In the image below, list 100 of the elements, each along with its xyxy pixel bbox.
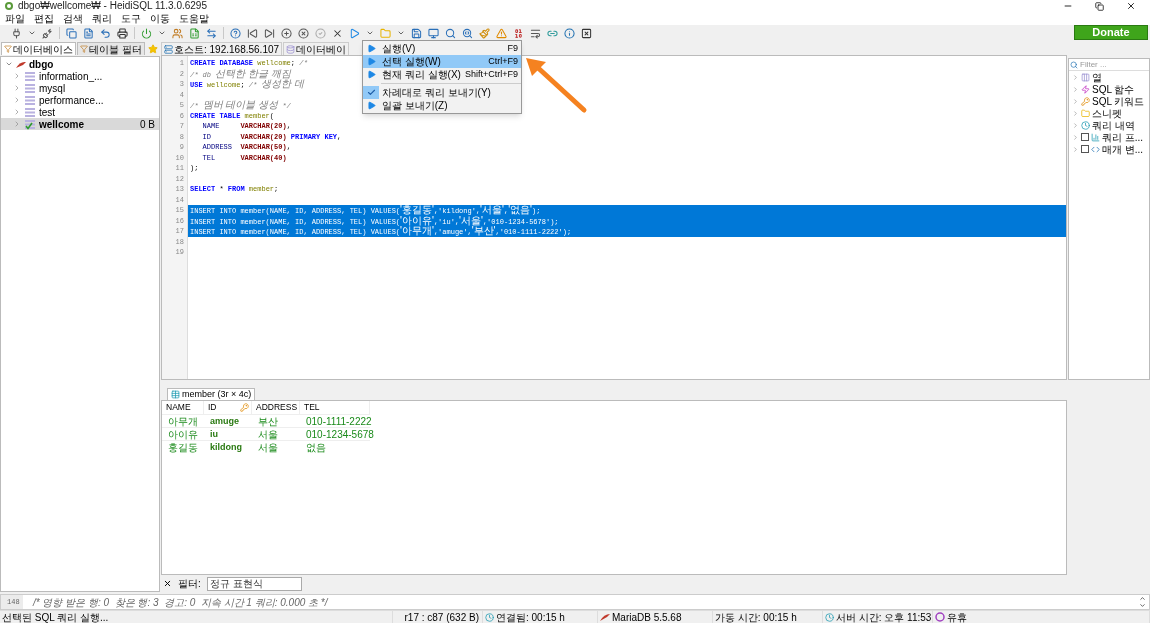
folder-icon [1081,108,1090,118]
skip-forward-icon[interactable] [264,27,275,39]
helper-item[interactable]: 쿼리 내역 [1069,119,1149,131]
bar-chart-icon [1091,132,1100,142]
table-cell-text: 아무개 [167,415,199,428]
filter-field[interactable]: 정규 표현식 [206,576,302,591]
table-cell-text: kildong [209,441,243,454]
menu-item[interactable]: 차례대로 쿼리 보내기(Y) [363,86,521,99]
printer-icon[interactable] [117,27,128,39]
tree-item[interactable]: mysql [1,82,159,94]
helper-item[interactable]: SQL 키워드 [1069,95,1149,107]
search-icon[interactable] [445,27,456,39]
skip-back-icon[interactable] [247,27,258,39]
filter-icon [80,45,88,53]
database-icon [24,82,36,94]
star-icon[interactable] [147,44,158,54]
table-cell-text: amuge [209,415,240,428]
panel-tab[interactable]: 데이터베이스 [1,42,76,55]
tree-item[interactable]: wellcome 0 B [1,118,159,130]
restore-icon[interactable] [1095,1,1104,11]
caret-icon[interactable] [28,29,36,37]
close-square-icon[interactable] [581,27,592,39]
menu-item[interactable]: 편집 [34,12,54,25]
warning-icon[interactable] [496,27,507,39]
menu-item[interactable]: 도구 [121,12,141,25]
caret-icon[interactable] [397,29,405,37]
table-cell-text: 서울 [257,441,279,454]
table-cell-text: 홍길동 [167,441,199,454]
key-icon [240,403,249,412]
menu-item[interactable]: 쿼리 [92,12,112,25]
copy-icon[interactable] [66,27,77,39]
menu-item[interactable]: 이동 [150,12,170,25]
checkbox[interactable] [1081,145,1089,153]
wrap-icon[interactable] [530,27,541,39]
menu-item[interactable]: 실행(V) F9 [363,42,521,55]
scroll-up-icon[interactable] [1139,595,1146,602]
caret-icon[interactable] [158,29,166,37]
menu-item[interactable]: 파일 [5,12,25,25]
plus-icon[interactable] [281,27,292,39]
filter-field[interactable]: Filter ... [1080,58,1140,71]
help-icon[interactable] [230,27,241,39]
clock-icon [825,612,834,622]
chevron-down-icon[interactable] [5,60,13,68]
result-tab[interactable]: member (3r × 4c) [167,388,256,400]
clock-icon [1081,120,1090,130]
menu-item[interactable]: 일괄 보내기(Z) [363,99,521,112]
query-tab[interactable]: 데이터베이 [283,42,350,55]
spreadsheet-icon[interactable] [189,27,200,39]
clear-filter-icon[interactable] [163,579,172,588]
panel-tab[interactable]: 테이블 필터 [77,42,145,55]
close-icon[interactable] [332,27,343,39]
helper-item[interactable]: 매개 변... [1069,143,1149,155]
column-header[interactable]: ID [204,401,252,414]
document-icon[interactable] [83,27,94,39]
menu-item[interactable]: 현재 쿼리 실행(X) Shift+Ctrl+F9 [363,68,521,81]
menu-item[interactable]: 선택 실행(W) Ctrl+F9 [363,55,521,68]
cancel-icon[interactable] [298,27,309,39]
undo-icon[interactable] [100,27,111,39]
column-header[interactable]: NAME [162,401,204,414]
caret-icon[interactable] [366,29,374,37]
query-tab[interactable]: 호스트: 192.168.56.107 [161,42,283,55]
play-icon[interactable] [349,27,360,39]
users-icon[interactable] [172,27,183,39]
info-icon[interactable] [564,27,575,39]
swap-icon[interactable] [206,27,217,39]
binary-icon[interactable] [513,27,524,39]
close-icon[interactable] [1126,1,1136,11]
table-cell-text: 부산 [257,415,279,428]
power-icon[interactable] [141,27,152,39]
save-icon[interactable] [411,27,422,39]
check-icon[interactable] [315,27,326,39]
column-header[interactable]: TEL [300,401,370,414]
monitor-icon[interactable] [428,27,439,39]
menu-item[interactable]: 검색 [63,12,83,25]
tree-item[interactable]: performance... [1,94,159,106]
status-field: 선택된 SQL 쿼리 실행... [0,611,393,623]
sql-editor[interactable] [161,55,1067,380]
table-cell-text: 010-1111-2222 [305,415,370,428]
tree-item[interactable]: test [1,106,159,118]
status-field: 서버 시간: 오후 11:53 [823,611,933,623]
columns-icon [1081,72,1090,82]
tree-item[interactable]: information_... [1,70,159,82]
arrow-drawing [524,56,588,114]
plug-icon[interactable] [42,27,53,39]
helper-item[interactable]: 스니펫 [1069,107,1149,119]
menu-item[interactable]: 도움말 [179,12,209,25]
plug-icon[interactable] [11,27,22,39]
window-title: dbgo₩wellcome₩ - HeidiSQL 11.3.0.6295 [18,0,207,12]
helper-item[interactable]: SQL 함수 [1069,83,1149,95]
brush-icon[interactable] [479,27,490,39]
search-icon[interactable] [462,27,473,39]
helper-item[interactable]: 열 [1069,71,1149,83]
scroll-down-icon[interactable] [1139,602,1146,609]
database-icon [286,44,296,54]
status-field: 가동 시간: 00:15 h [713,611,823,623]
column-header[interactable]: ADDRESS [252,401,300,414]
ring-icon [935,612,945,622]
checkbox[interactable] [1081,133,1089,141]
helper-item[interactable]: 쿼리 프... [1069,131,1149,143]
tree-item[interactable]: dbgo [1,58,159,70]
